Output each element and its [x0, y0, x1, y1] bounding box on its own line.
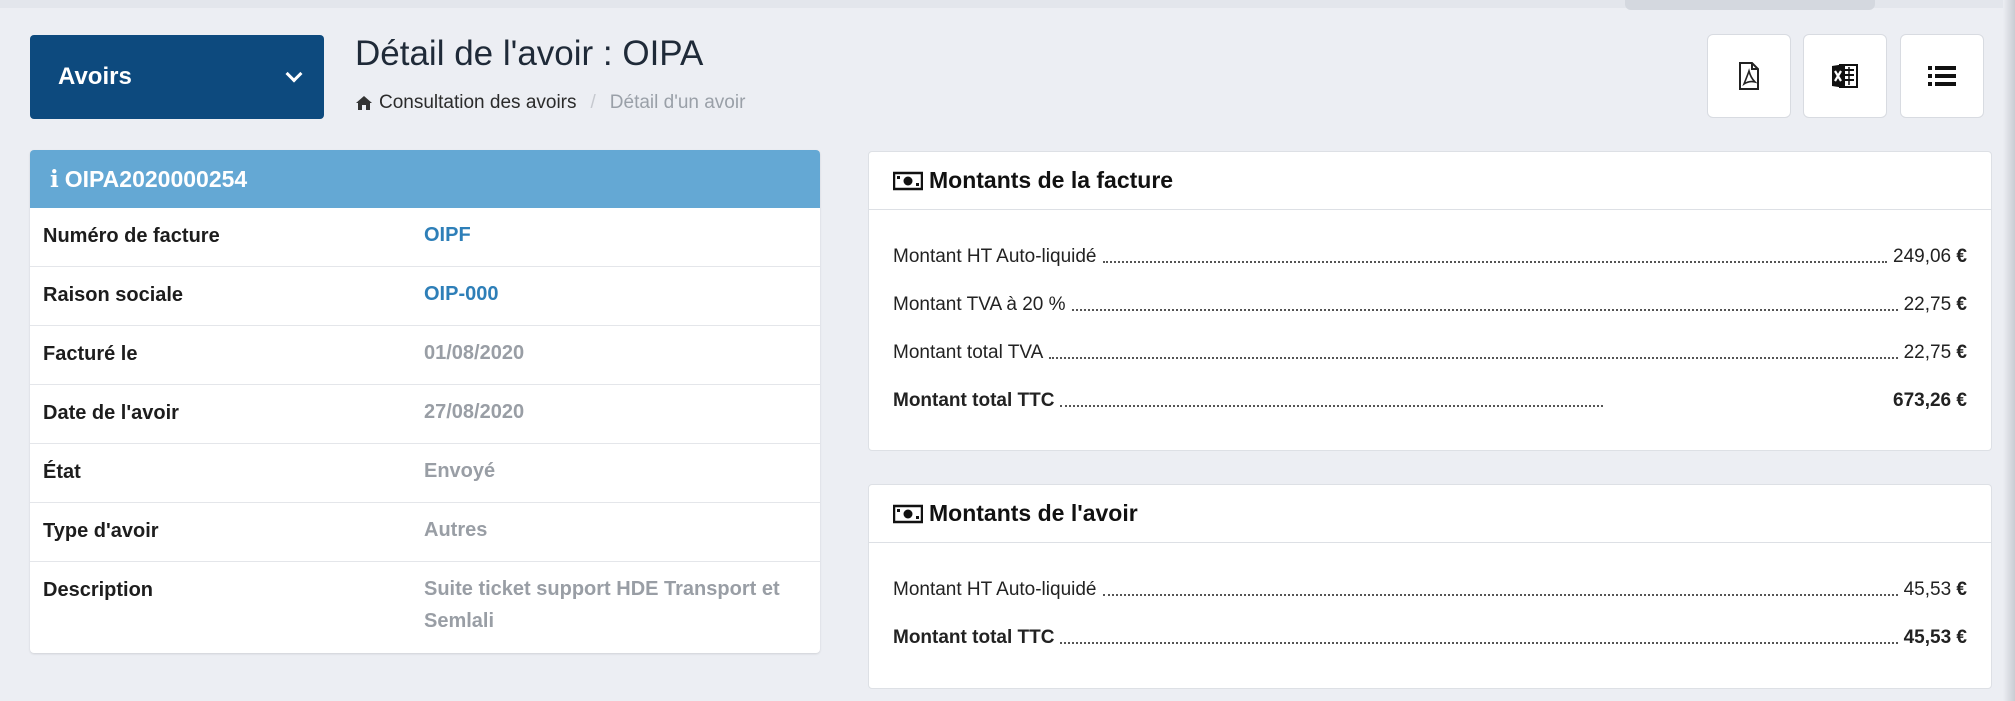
breadcrumb: Consultation des avoirs / Détail d'un av…: [355, 92, 745, 114]
credit-amounts-card: Montants de l'avoir Montant HT Auto-liqu…: [868, 484, 1992, 689]
amount-label: Montant HT Auto-liquidé: [893, 246, 1097, 267]
chevron-down-icon: [285, 65, 303, 83]
info-key: Type d'avoir: [43, 520, 159, 542]
top-tab: [1625, 0, 1875, 10]
info-value: 01/08/2020: [424, 342, 525, 364]
info-row-company: Raison sociale OIP-000: [30, 267, 820, 326]
amount-row: Montant HT Auto-liquidé 249,06 €: [869, 233, 1991, 281]
amount-value: 22,75 €: [1903, 342, 1967, 363]
amount-row: Montant TVA à 20 % 22,75 €: [869, 281, 1991, 329]
section-dropdown-label: Avoirs: [58, 63, 132, 90]
amount-value: 673,26 €: [1893, 390, 1967, 411]
excel-export-button[interactable]: [1803, 34, 1887, 118]
info-value: Envoyé: [424, 460, 496, 482]
amount-row: Montant total TVA 22,75 €: [869, 329, 1991, 377]
info-row-description: Description Suite ticket support HDE Tra…: [30, 562, 820, 637]
invoice-number-link[interactable]: OIPF: [424, 219, 820, 251]
info-row-invoiced-on: Facturé le 01/08/2020: [30, 326, 820, 385]
info-value: Suite ticket support HDE Transport et Se…: [424, 578, 780, 632]
dot-leader: [1102, 594, 1898, 596]
info-row-credit-date: Date de l'avoir 27/08/2020: [30, 385, 820, 444]
info-value: Autres: [424, 519, 488, 541]
amount-label: Montant TVA à 20 %: [893, 294, 1066, 315]
info-key: État: [43, 461, 81, 483]
info-key: Description: [43, 579, 154, 601]
breadcrumb-separator: /: [590, 92, 596, 113]
amount-label: Montant HT Auto-liquidé: [893, 579, 1097, 600]
card-header: Montants de la facture: [869, 152, 1991, 210]
info-row-credit-type: Type d'avoir Autres: [30, 503, 820, 562]
info-icon: i: [50, 165, 59, 193]
dot-leader: [1060, 405, 1604, 407]
info-key: Facturé le: [43, 343, 138, 365]
amount-value: 45,53 €: [1903, 627, 1967, 648]
invoice-amounts-card: Montants de la facture Montant HT Auto-l…: [868, 151, 1992, 451]
credit-info-panel: i OIPA2020000254 Numéro de facture OIPF …: [30, 150, 820, 653]
info-key: Date de l'avoir: [43, 402, 179, 424]
info-row-state: État Envoyé: [30, 444, 820, 503]
dot-leader: [1102, 261, 1888, 263]
card-header: Montants de l'avoir: [869, 485, 1991, 543]
info-value: 27/08/2020: [424, 401, 525, 423]
card-title: Montants de la facture: [929, 167, 1174, 193]
breadcrumb-link[interactable]: Consultation des avoirs: [379, 92, 577, 114]
dot-leader: [1049, 357, 1898, 359]
info-key: Raison sociale: [43, 284, 184, 306]
right-shadow: [2003, 0, 2015, 701]
money-icon: [893, 171, 923, 190]
amount-label: Montant total TVA: [893, 342, 1044, 363]
company-link[interactable]: OIP-000: [424, 278, 820, 310]
info-row-invoice-number: Numéro de facture OIPF: [30, 208, 820, 267]
amount-label: Montant total TTC: [893, 390, 1055, 411]
list-view-button[interactable]: [1900, 34, 1984, 118]
amount-label: Montant total TTC: [893, 627, 1055, 648]
amount-row: Montant HT Auto-liquidé 45,53 €: [869, 566, 1991, 614]
dot-leader: [1071, 309, 1898, 311]
list-icon: [1928, 66, 1956, 86]
page-title: Détail de l'avoir : OIPA: [355, 34, 704, 73]
amount-row-total: Montant total TTC 673,26 €: [869, 377, 1991, 425]
amount-row-total: Montant total TTC 45,53 €: [869, 614, 1991, 662]
amount-value: 45,53 €: [1903, 579, 1967, 600]
breadcrumb-current: Détail d'un avoir: [609, 92, 746, 113]
file-pdf-icon: [1739, 62, 1759, 90]
amount-value: 22,75 €: [1903, 294, 1967, 315]
file-excel-icon: [1832, 64, 1858, 88]
dot-leader: [1060, 642, 1898, 644]
info-key: Numéro de facture: [43, 225, 220, 247]
credit-number: OIPA2020000254: [64, 165, 248, 192]
home-icon: [356, 96, 372, 110]
info-panel-header: i OIPA2020000254: [30, 150, 820, 208]
section-dropdown[interactable]: Avoirs: [30, 35, 324, 119]
card-title: Montants de l'avoir: [929, 500, 1138, 526]
pdf-export-button[interactable]: [1707, 34, 1791, 118]
money-icon: [893, 504, 923, 523]
amount-value: 249,06 €: [1893, 246, 1967, 267]
